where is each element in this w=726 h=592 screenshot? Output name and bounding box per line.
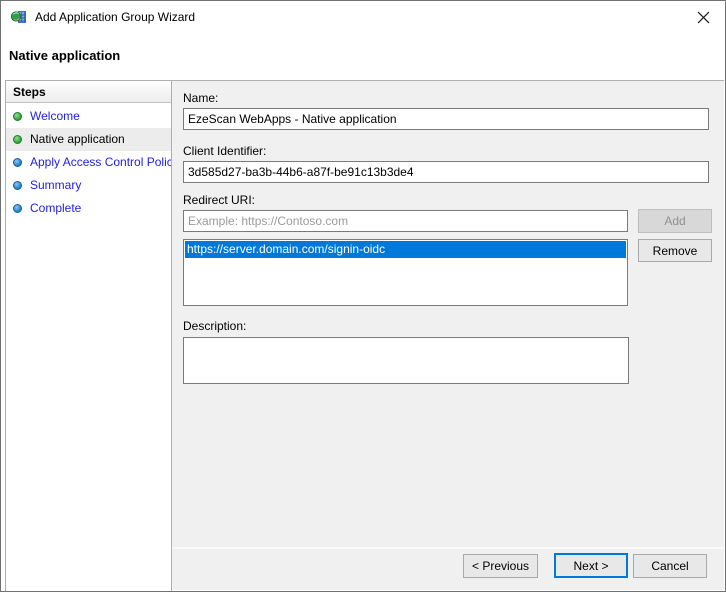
description-label: Description:: [183, 319, 246, 333]
title-bar[interactable]: Add Application Group Wizard: [1, 1, 725, 33]
step-item-complete[interactable]: Complete: [6, 197, 171, 220]
redirect-uri-label: Redirect URI:: [183, 193, 255, 207]
redirect-uri-listbox[interactable]: https://server.domain.com/signin-oidc: [183, 239, 628, 306]
step-todo-bullet-icon: [13, 181, 22, 190]
add-button[interactable]: Add: [638, 209, 712, 233]
page-title: Native application: [9, 48, 120, 63]
name-field[interactable]: [183, 108, 709, 130]
step-todo-bullet-icon: [13, 204, 22, 213]
remove-button[interactable]: Remove: [638, 239, 712, 262]
redirect-uri-list-item-selected[interactable]: https://server.domain.com/signin-oidc: [185, 241, 626, 258]
wizard-content-panel: Name: Client Identifier: Redirect URI: A…: [172, 80, 724, 590]
step-label: Complete: [30, 201, 81, 215]
description-field[interactable]: [183, 337, 629, 384]
step-item-welcome[interactable]: Welcome: [6, 105, 171, 128]
window-title: Add Application Group Wizard: [35, 10, 195, 24]
step-item-summary[interactable]: Summary: [6, 174, 171, 197]
application-group-icon: [11, 9, 27, 25]
previous-button[interactable]: < Previous: [463, 554, 538, 578]
step-label: Native application: [30, 132, 125, 146]
step-label: Apply Access Control Policy: [30, 155, 171, 169]
next-button[interactable]: Next >: [554, 553, 628, 578]
close-icon[interactable]: [691, 6, 715, 28]
footer-separator: [172, 547, 724, 549]
step-label: Welcome: [30, 109, 80, 123]
name-label: Name:: [183, 91, 218, 105]
client-identifier-label: Client Identifier:: [183, 144, 266, 158]
step-label: Summary: [30, 178, 81, 192]
add-application-group-wizard-dialog: Add Application Group Wizard Native appl…: [0, 0, 726, 592]
step-item-apply-access-control-policy[interactable]: Apply Access Control Policy: [6, 151, 171, 174]
cancel-button[interactable]: Cancel: [633, 554, 707, 578]
step-todo-bullet-icon: [13, 158, 22, 167]
step-done-bullet-icon: [13, 112, 22, 121]
step-current-bullet-icon: [13, 135, 22, 144]
steps-list: Welcome Native application Apply Access …: [6, 103, 171, 220]
steps-panel: Steps Welcome Native application Apply A…: [5, 80, 172, 591]
steps-header: Steps: [6, 81, 171, 103]
redirect-uri-input[interactable]: [183, 210, 628, 232]
step-item-native-application[interactable]: Native application: [6, 128, 171, 151]
client-identifier-field[interactable]: [183, 161, 709, 183]
